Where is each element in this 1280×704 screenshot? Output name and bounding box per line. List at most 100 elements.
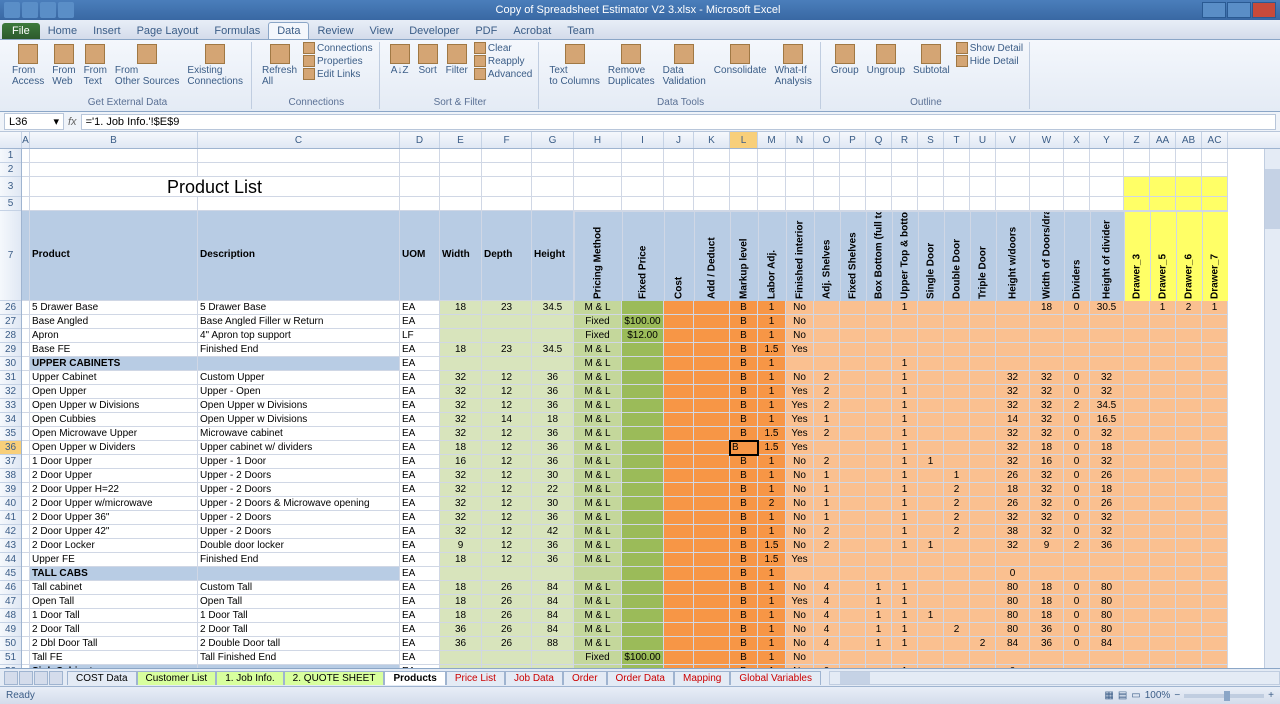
cell[interactable]: [786, 197, 814, 211]
cell[interactable]: [1150, 455, 1176, 469]
cell[interactable]: [1090, 343, 1124, 357]
cell[interactable]: [622, 399, 664, 413]
cell[interactable]: [814, 567, 840, 581]
cell[interactable]: [664, 539, 694, 553]
cell[interactable]: [694, 539, 730, 553]
cell[interactable]: 32: [1030, 385, 1064, 399]
cell[interactable]: 14: [482, 413, 532, 427]
cell[interactable]: 1: [892, 595, 918, 609]
tab-home[interactable]: Home: [40, 23, 85, 39]
cell[interactable]: [758, 177, 786, 197]
cell[interactable]: [1064, 177, 1090, 197]
cell[interactable]: [664, 163, 694, 177]
row-header-2[interactable]: 2: [0, 163, 21, 177]
cell[interactable]: [996, 163, 1030, 177]
cell[interactable]: [198, 567, 400, 581]
cell[interactable]: [1176, 413, 1202, 427]
cell[interactable]: [1030, 149, 1064, 163]
cell[interactable]: [694, 595, 730, 609]
cell[interactable]: 80: [996, 609, 1030, 623]
cell[interactable]: [996, 553, 1030, 567]
cell[interactable]: 2: [814, 371, 840, 385]
cell[interactable]: 18: [440, 581, 482, 595]
cell[interactable]: EA: [400, 567, 440, 581]
cell[interactable]: [892, 315, 918, 329]
col-header-Z[interactable]: Z: [1124, 132, 1150, 148]
cell[interactable]: B: [730, 427, 758, 441]
cell[interactable]: 1 Door Tall: [198, 609, 400, 623]
cell[interactable]: [1150, 553, 1176, 567]
cell[interactable]: Base FE: [30, 343, 198, 357]
nav-next-icon[interactable]: [34, 671, 48, 685]
cell[interactable]: [1176, 497, 1202, 511]
cell[interactable]: Upper cabinet w/ dividers: [198, 441, 400, 455]
cell[interactable]: [814, 177, 840, 197]
cell[interactable]: M & L: [574, 497, 622, 511]
cell[interactable]: [664, 511, 694, 525]
cell[interactable]: [664, 315, 694, 329]
cell[interactable]: 2 Door Upper 42": [30, 525, 198, 539]
cell[interactable]: Tall Finished End: [198, 651, 400, 665]
cell[interactable]: Double Door: [944, 211, 970, 301]
cell[interactable]: Yes: [786, 595, 814, 609]
cell[interactable]: 2: [814, 385, 840, 399]
cell[interactable]: 32: [440, 371, 482, 385]
cell[interactable]: M & L: [574, 385, 622, 399]
cell[interactable]: 80: [1090, 609, 1124, 623]
cell[interactable]: 18: [1090, 441, 1124, 455]
cell[interactable]: [622, 595, 664, 609]
cell[interactable]: 26: [482, 581, 532, 595]
cell[interactable]: [1176, 149, 1202, 163]
cell[interactable]: 12: [482, 441, 532, 455]
cell[interactable]: 32: [1030, 483, 1064, 497]
tab-pagelayout[interactable]: Page Layout: [129, 23, 207, 39]
cell[interactable]: 26: [1090, 469, 1124, 483]
cell[interactable]: UPPER CABINETS: [30, 357, 198, 371]
ribbon-button[interactable]: Consolidate: [712, 42, 769, 78]
cell[interactable]: [1124, 567, 1150, 581]
cell[interactable]: 2: [814, 539, 840, 553]
cell[interactable]: [814, 651, 840, 665]
cell[interactable]: Open Upper w Divisions: [198, 399, 400, 413]
cell[interactable]: 1: [866, 581, 892, 595]
cell[interactable]: [1176, 427, 1202, 441]
sheet-tab[interactable]: 2. QUOTE SHEET: [284, 671, 385, 685]
cell[interactable]: [840, 525, 866, 539]
cell[interactable]: 16: [440, 455, 482, 469]
cell[interactable]: [1176, 197, 1202, 211]
cell[interactable]: EA: [400, 315, 440, 329]
cell[interactable]: 32: [440, 413, 482, 427]
cell[interactable]: [198, 149, 400, 163]
cell[interactable]: 0: [996, 567, 1030, 581]
cell[interactable]: [22, 149, 30, 163]
cell[interactable]: [918, 385, 944, 399]
cell[interactable]: [694, 497, 730, 511]
col-header-C[interactable]: C: [198, 132, 400, 148]
cell[interactable]: B: [730, 413, 758, 427]
cell[interactable]: M & L: [574, 609, 622, 623]
cell[interactable]: 32: [996, 455, 1030, 469]
ribbon-subitem[interactable]: Properties: [303, 55, 373, 67]
cell[interactable]: Fixed: [574, 315, 622, 329]
cell[interactable]: [440, 149, 482, 163]
zoom-in-icon[interactable]: +: [1268, 690, 1274, 701]
zoom-out-icon[interactable]: −: [1174, 690, 1180, 701]
cell[interactable]: TALL CABS: [30, 567, 198, 581]
cell[interactable]: 26: [482, 623, 532, 637]
cell[interactable]: EA: [400, 623, 440, 637]
cell[interactable]: No: [786, 539, 814, 553]
cell[interactable]: [30, 163, 198, 177]
cell[interactable]: 88: [532, 637, 574, 651]
nav-first-icon[interactable]: [4, 671, 18, 685]
cell[interactable]: [840, 399, 866, 413]
cell[interactable]: Fixed: [574, 329, 622, 343]
cell[interactable]: [866, 371, 892, 385]
cell[interactable]: [664, 149, 694, 163]
cell[interactable]: [918, 197, 944, 211]
cell[interactable]: [440, 567, 482, 581]
cell[interactable]: [866, 455, 892, 469]
cell[interactable]: [1090, 163, 1124, 177]
cell[interactable]: 4: [814, 623, 840, 637]
cell[interactable]: Yes: [786, 385, 814, 399]
cell[interactable]: [840, 469, 866, 483]
